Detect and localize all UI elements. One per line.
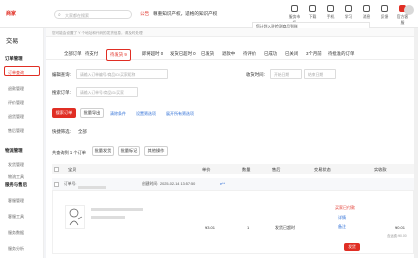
order-remark-link[interactable]: 备注 (338, 224, 346, 230)
after-sale-status: 发货已超时 (275, 225, 295, 230)
brand-logo[interactable]: 商家 (6, 10, 16, 17)
tab-shipment-timeout[interactable]: 发货已超时 0 (170, 51, 196, 57)
tab-pending-review[interactable]: 待评价 (243, 51, 256, 57)
order-search-input[interactable]: 请输入订单号/商品ID/买家 (76, 87, 138, 97)
order-id-label: 订单号: (64, 182, 77, 186)
order-header-bar: 订单号: 创建时间: 2025-02-14 13:57:50 e** (52, 178, 414, 190)
col-price: 单价 (202, 166, 211, 172)
search-orders-button[interactable]: 搜索订单 (52, 108, 76, 118)
product-title[interactable] (91, 207, 143, 212)
top-icon-label: 反馈 (380, 15, 389, 19)
gear-icon (291, 5, 298, 12)
order-filter-label: 搜索订单: (52, 90, 71, 95)
select-all-checkbox[interactable] (54, 166, 59, 172)
col-total: 实收款 (374, 166, 387, 172)
tip-bar: 您可能会设置了 Y 个地址和代码的发货信息，请及时处理 (46, 28, 418, 37)
tab-pending-payment[interactable]: 待支付 (85, 51, 98, 57)
batch-ship-button[interactable]: 批量发货 (92, 146, 114, 156)
search-placeholder: 大家都在搜索 (65, 12, 89, 18)
col-status: 交易状态 (314, 166, 331, 172)
sidebar-group-logistics[interactable]: 物流管理 (5, 148, 23, 154)
clear-filters-link[interactable]: 清除条件 (110, 111, 126, 117)
product-spec (91, 215, 125, 220)
sidebar-item[interactable]: 服务分析 (8, 246, 24, 252)
main-content: 您可能会设置了 Y 个地址和代码的发货信息，请及时处理 全部订单 待支付 待发货… (46, 28, 418, 258)
top-icon-label: 手机 (326, 15, 335, 19)
time-filter-label: 收货时间: (246, 72, 265, 77)
buyer-name[interactable]: e** (220, 182, 225, 186)
total-amount: ¥0.01 (395, 225, 406, 230)
sidebar: 交易 订单管理 订单查询 退款管理 评价管理 退货管理 售后管理 物流管理 发货… (0, 28, 44, 258)
order-time: 2025-02-14 13:57:50 (160, 182, 196, 186)
goods-search-input[interactable]: 请输入订单编号/商品ID/买家昵称 (76, 69, 168, 79)
tab-closed[interactable]: 已关闭 (285, 51, 298, 57)
order-checkbox[interactable] (54, 181, 59, 187)
sidebar-item[interactable]: 售后管理 (8, 128, 24, 134)
order-status-tabs: 全部订单 待支付 待发货 9 即将超时 0 发货已超时 0 已发货 退款中 待评… (46, 48, 418, 61)
global-search-input[interactable]: ⌕ 大家都在搜索 (54, 10, 132, 19)
unit-price: ¥3.01 (205, 225, 216, 230)
tab-about-to-timeout[interactable]: 即将超时 0 (142, 51, 163, 57)
message-icon (381, 5, 388, 12)
sidebar-item[interactable]: 发货管理 (8, 162, 24, 168)
total-note: 含运费:¥0.00 (387, 234, 407, 238)
sidebar-group-orders[interactable]: 订单管理 (5, 56, 23, 62)
download-icon (309, 5, 316, 12)
sidebar-item[interactable]: 物流工具 (8, 174, 24, 180)
quick-filter-select[interactable]: 全部 (78, 129, 87, 135)
tab-shipped[interactable]: 已发货 (201, 51, 214, 57)
sidebar-group-service[interactable]: 服务与售后 (5, 182, 27, 188)
top-icon-label: 学习 (344, 15, 353, 19)
sidebar-item[interactable]: 客服工具 (8, 214, 24, 220)
orders-table-header: 宝贝 单价 数量 售后 交易状态 实收款 (52, 164, 414, 174)
product-thumbnail[interactable] (65, 205, 85, 229)
sidebar-item[interactable]: 退款管理 (8, 86, 24, 92)
ship-button[interactable]: 发货 (344, 243, 360, 251)
page-scrollbar[interactable] (414, 28, 418, 258)
batch-mark-button[interactable]: 批量标记 (118, 146, 140, 156)
tab-refunding[interactable]: 退款中 (222, 51, 235, 57)
tab-success[interactable]: 已成功 (264, 51, 277, 57)
goods-filter-label: 编辑查询: (52, 72, 71, 77)
col-qty: 数量 (242, 166, 251, 172)
order-row: ¥3.01 1 发货已超时 买家已付款 详情 备注 发货 ¥0.01 含运费:¥… (52, 190, 414, 254)
sidebar-item[interactable]: 客服管理 (8, 198, 24, 204)
save-filters-link[interactable]: 设置筛选项 (136, 111, 156, 117)
search-icon: ⌕ (58, 12, 61, 18)
sidebar-item[interactable]: 退货管理 (8, 114, 24, 120)
tab-all[interactable]: 全部订单 (64, 51, 82, 57)
expand-filters-link[interactable]: 展开所有筛选项 (166, 111, 194, 117)
sidebar-item-order-query[interactable]: 订单查询 (4, 66, 40, 76)
col-goods: 宝贝 (68, 166, 77, 172)
quantity: 1 (247, 225, 250, 230)
top-icon-feedback[interactable]: 反馈 (377, 5, 392, 26)
col-after-sale: 售后 (272, 166, 281, 172)
export-button[interactable]: 批量导出 (80, 108, 104, 118)
start-date-input[interactable]: 开始日期 (270, 69, 302, 79)
phone-icon (327, 5, 334, 12)
top-icon-label: 下载 (308, 15, 317, 19)
tab-pending-approval[interactable]: 待批准的订单 (328, 51, 354, 57)
order-time-label: 创建时间: (142, 182, 159, 186)
quick-filter-label: 快捷筛选: (52, 129, 71, 134)
book-icon (345, 5, 352, 12)
tab-pending-shipment[interactable]: 待发货 9 (106, 49, 131, 61)
top-icon-label: 官方客服 (396, 15, 409, 25)
sidebar-item[interactable]: 服务数据 (8, 230, 24, 236)
order-detail-link[interactable]: 详情 (338, 215, 346, 221)
more-actions-button[interactable]: 其他操作 (144, 146, 168, 156)
tab-three-months-ago[interactable]: 3个月前 (306, 51, 322, 57)
sidebar-title: 交易 (6, 38, 19, 45)
result-count: 共查询到 1 个订单 (52, 150, 86, 155)
notice-text[interactable]: 尊重知识产权，适格的知识产权 (153, 11, 217, 17)
sidebar-item[interactable]: 评价管理 (8, 100, 24, 106)
mail-icon (363, 5, 370, 12)
avatar[interactable] (404, 5, 414, 15)
trade-status: 买家已付款 (335, 205, 355, 210)
notice-label: 公告 (140, 11, 150, 16)
end-date-input[interactable]: 结束日期 (304, 69, 336, 79)
top-icon-label: 消息 (362, 15, 371, 19)
